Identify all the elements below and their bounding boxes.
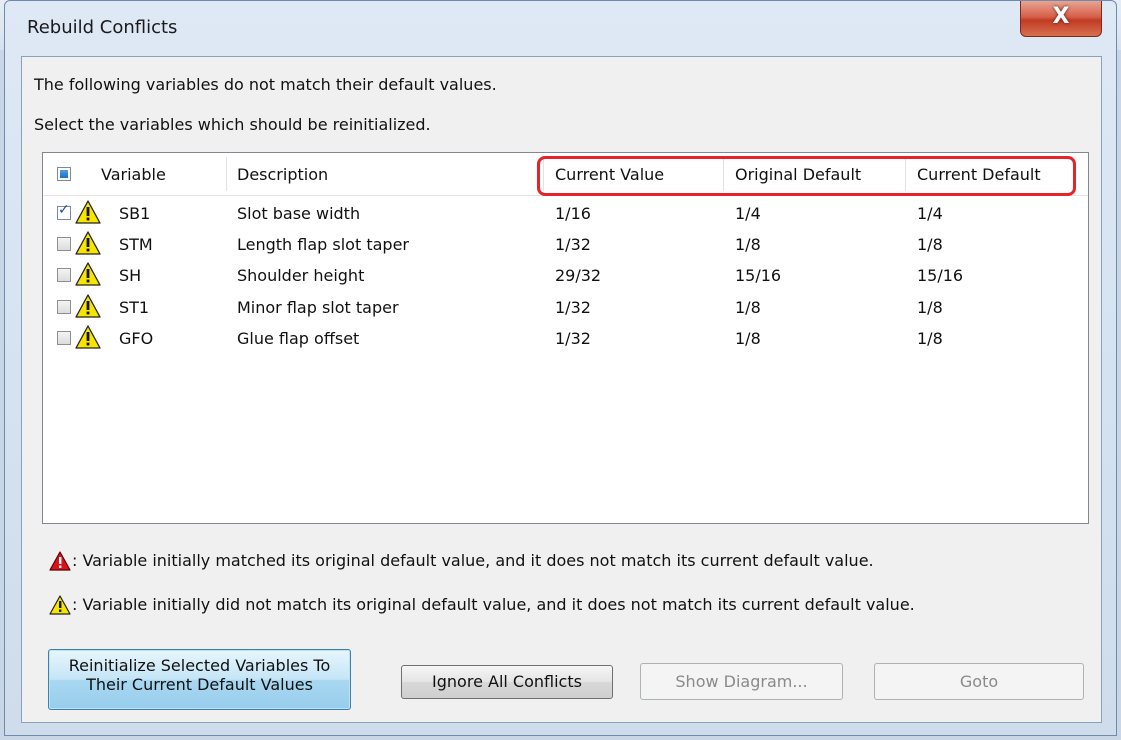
- list-header: Variable Description Current Value Origi…: [43, 153, 1088, 196]
- reinitialize-button[interactable]: Reinitialize Selected Variables To Their…: [48, 649, 351, 710]
- ignore-all-conflicts-label: Ignore All Conflicts: [432, 672, 582, 691]
- cell-current-value: 1/32: [555, 328, 591, 348]
- cell-variable: SH: [119, 266, 142, 286]
- cell-original-default: 1/8: [735, 328, 761, 348]
- show-diagram-label: Show Diagram...: [675, 672, 808, 691]
- yellow-warning-icon: [75, 325, 101, 349]
- yellow-warning-icon: [49, 595, 71, 615]
- row-checkbox[interactable]: [57, 202, 71, 220]
- yellow-warning-icon: [75, 262, 101, 287]
- reinitialize-button-label: Their Current Default Values: [86, 675, 313, 694]
- legend-yellow-text: : Variable initially did not match its o…: [72, 595, 915, 614]
- column-divider[interactable]: [226, 157, 227, 191]
- title-bar: Rebuild Conflicts X: [5, 1, 1116, 57]
- table-row[interactable]: GFO Glue flap offset 1/32 1/8 1/8: [43, 324, 1088, 355]
- cell-variable: ST1: [119, 297, 150, 317]
- row-checkbox[interactable]: [57, 268, 71, 283]
- cell-description: Length flap slot taper: [237, 235, 409, 255]
- cell-original-default: 1/8: [735, 297, 761, 317]
- reinitialize-button-label: Reinitialize Selected Variables To: [68, 656, 331, 675]
- cell-current-value: 1/32: [555, 297, 591, 317]
- column-header-variable[interactable]: Variable: [101, 165, 166, 184]
- cell-current-default: 1/4: [917, 204, 943, 223]
- cell-current-value: 1/16: [555, 204, 591, 223]
- cell-description: Minor flap slot taper: [237, 297, 399, 317]
- ignore-all-conflicts-button[interactable]: Ignore All Conflicts: [401, 665, 613, 699]
- cell-current-default: 1/8: [917, 235, 943, 255]
- yellow-warning-icon: [75, 231, 101, 255]
- cell-variable: STM: [119, 235, 153, 255]
- cell-original-default: 1/8: [735, 235, 761, 255]
- show-diagram-button[interactable]: Show Diagram...: [640, 663, 843, 700]
- goto-label: Goto: [959, 672, 999, 691]
- cell-description: Slot base width: [237, 204, 361, 223]
- table-row[interactable]: ST1 Minor flap slot taper 1/32 1/8 1/8: [43, 293, 1088, 324]
- table-row[interactable]: SH Shoulder height 29/32 15/16 15/16: [43, 261, 1088, 292]
- cell-description: Glue flap offset: [237, 328, 360, 348]
- instruction-text: The following variables do not match the…: [34, 75, 497, 94]
- yellow-warning-icon: [75, 293, 101, 318]
- column-header-description[interactable]: Description: [237, 165, 328, 184]
- cell-current-value: 29/32: [555, 266, 602, 286]
- cell-original-default: 1/4: [735, 204, 761, 223]
- red-warning-icon: [49, 551, 71, 571]
- cell-description: Shoulder height: [237, 266, 365, 286]
- cell-current-value: 1/32: [555, 235, 591, 255]
- close-icon: X: [1052, 4, 1070, 29]
- instruction-text: Select the variables which should be rei…: [34, 115, 431, 134]
- window-title: Rebuild Conflicts: [27, 17, 178, 38]
- table-row[interactable]: STM Length flap slot taper 1/32 1/8 1/8: [43, 230, 1088, 261]
- red-highlight-annotation: [537, 156, 1076, 196]
- cell-current-default: 1/8: [917, 297, 943, 317]
- row-checkbox[interactable]: [57, 299, 71, 314]
- close-button[interactable]: X: [1020, 1, 1102, 37]
- cell-original-default: 15/16: [735, 266, 782, 286]
- yellow-warning-icon: [75, 200, 101, 224]
- row-checkbox[interactable]: [57, 237, 71, 252]
- cell-variable: SB1: [119, 204, 151, 223]
- rebuild-conflicts-dialog: Rebuild Conflicts X The following variab…: [4, 0, 1117, 736]
- variables-list[interactable]: Variable Description Current Value Origi…: [42, 152, 1089, 524]
- legend-red-text: : Variable initially matched its origina…: [72, 551, 874, 570]
- row-checkbox[interactable]: [57, 330, 71, 345]
- goto-button[interactable]: Goto: [874, 663, 1084, 700]
- cell-current-default: 1/8: [917, 328, 943, 348]
- dialog-body: The following variables do not match the…: [21, 56, 1102, 723]
- table-row[interactable]: SB1 Slot base width 1/16 1/4 1/4: [43, 199, 1088, 230]
- cell-current-default: 15/16: [917, 266, 964, 286]
- select-all-checkbox[interactable]: [57, 167, 71, 181]
- cell-variable: GFO: [119, 328, 154, 348]
